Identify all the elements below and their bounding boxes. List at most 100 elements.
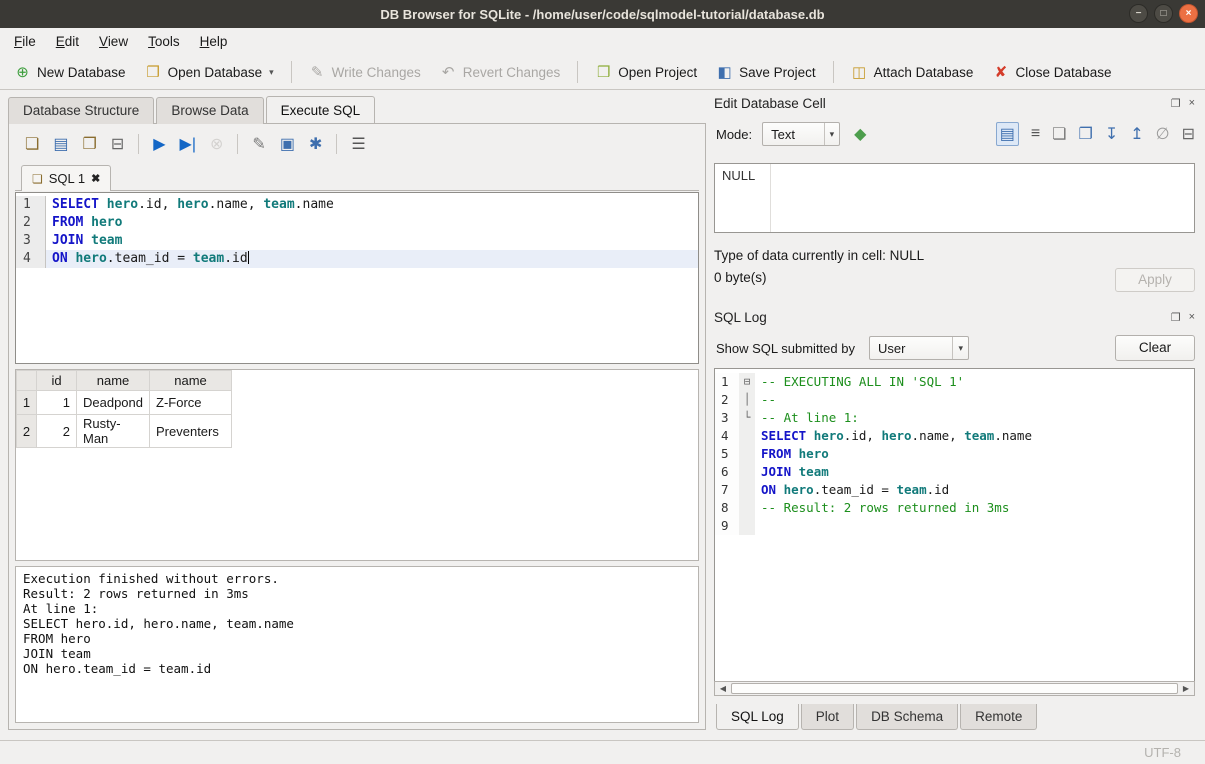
- import-cell-icon[interactable]: ↥: [1130, 124, 1143, 144]
- cell-value-editor[interactable]: NULL: [714, 163, 1195, 233]
- print-cell-icon[interactable]: ⊟: [1182, 124, 1195, 144]
- open-database-button[interactable]: ❒Open Database▾: [137, 58, 282, 86]
- sql-editor[interactable]: 1SELECT hero.id, hero.name, team.name2FR…: [15, 192, 699, 364]
- sql-log-filter-row: Show SQL submitted by User ▾ Clear: [716, 332, 1195, 364]
- format-sql-icon[interactable]: ▣: [280, 134, 295, 154]
- tab-browse-data[interactable]: Browse Data: [156, 97, 263, 124]
- word-wrap-icon[interactable]: ≡: [1031, 125, 1040, 143]
- tab-database-structure[interactable]: Database Structure: [8, 97, 154, 124]
- maximize-button[interactable]: □: [1154, 4, 1173, 23]
- code-text: SELECT hero.id, hero.name, team.name: [46, 196, 334, 214]
- main-toolbar: ⊕New Database❒Open Database▾✎Write Chang…: [0, 55, 1205, 90]
- row-number-cell[interactable]: 1: [17, 391, 37, 415]
- line-number: 2: [715, 391, 739, 409]
- code-line: 9: [715, 517, 1194, 535]
- execute-all-icon[interactable]: ▶: [153, 134, 165, 154]
- fold-column: [739, 517, 755, 535]
- scrollbar-thumb[interactable]: [731, 683, 1178, 694]
- results-cell[interactable]: Deadpond: [77, 391, 150, 415]
- toolbar-button-label: Open Database: [168, 65, 263, 80]
- dock-tab-sql-log[interactable]: SQL Log: [716, 704, 799, 730]
- attach-database-button[interactable]: ◫Attach Database: [843, 58, 982, 86]
- code-line: 8-- Result: 2 rows returned in 3ms: [715, 499, 1194, 517]
- code-text: -- Result: 2 rows returned in 3ms: [755, 499, 1009, 517]
- results-cell[interactable]: 1: [37, 391, 77, 415]
- close-panel-icon[interactable]: ×: [1189, 311, 1195, 323]
- menu-help[interactable]: Help: [190, 30, 238, 53]
- import-in-cell-icon[interactable]: ◆: [854, 124, 866, 144]
- copy-cell-icon[interactable]: ❐: [1079, 124, 1093, 144]
- line-number: 4: [16, 250, 46, 268]
- cell-value: NULL: [722, 168, 755, 183]
- results-column-header[interactable]: name: [150, 371, 232, 391]
- print-sql-icon[interactable]: ⊟: [111, 134, 124, 154]
- open-sql-tab-icon[interactable]: ❐: [82, 134, 96, 154]
- line-number: 5: [715, 445, 739, 463]
- stop-execution-icon[interactable]: ⊗: [210, 134, 223, 154]
- results-cell[interactable]: Z-Force: [150, 391, 232, 415]
- float-panel-icon[interactable]: ❐: [1171, 97, 1181, 110]
- results-cell[interactable]: 2: [37, 415, 77, 448]
- open-in-editor-icon[interactable]: ❏: [1052, 124, 1066, 144]
- minimize-button[interactable]: −: [1129, 4, 1148, 23]
- results-cell[interactable]: Preventers: [150, 415, 232, 448]
- toolbar-separator: [577, 61, 578, 83]
- write-changes-button[interactable]: ✎Write Changes: [301, 58, 429, 86]
- close-panel-icon[interactable]: ×: [1189, 97, 1195, 109]
- code-line: 4ON hero.team_id = team.id: [16, 250, 698, 268]
- dock-tab-plot[interactable]: Plot: [801, 704, 854, 730]
- horizontal-scrollbar[interactable]: ◀ ▶: [714, 681, 1195, 696]
- float-panel-icon[interactable]: ❐: [1171, 311, 1181, 324]
- close-database-button[interactable]: ✘Close Database: [984, 58, 1119, 86]
- clear-log-button[interactable]: Clear: [1115, 335, 1195, 361]
- line-number: 9: [715, 517, 739, 535]
- cell-editor-guide: [770, 164, 771, 232]
- results-column-header[interactable]: id: [37, 371, 77, 391]
- dock-tab-db-schema[interactable]: DB Schema: [856, 704, 958, 730]
- dock-tab-remote[interactable]: Remote: [960, 704, 1037, 730]
- results-column-header[interactable]: name: [77, 371, 150, 391]
- dropdown-arrow-icon[interactable]: ▾: [269, 67, 274, 78]
- line-number: 3: [715, 409, 739, 427]
- fold-column: [739, 427, 755, 445]
- close-tab-icon[interactable]: ✖: [91, 172, 100, 185]
- save-project-button[interactable]: ◧Save Project: [708, 58, 824, 86]
- submitter-select[interactable]: User ▾: [869, 336, 969, 360]
- scroll-left-icon[interactable]: ◀: [715, 684, 731, 693]
- fold-collapse-icon[interactable]: ⊟: [739, 373, 755, 391]
- sql-log-view[interactable]: 1⊟-- EXECUTING ALL IN 'SQL 1'2│--3└-- At…: [714, 368, 1195, 681]
- row-number-cell[interactable]: 2: [17, 415, 37, 448]
- mode-select[interactable]: Text ▾: [762, 122, 840, 146]
- execute-line-icon[interactable]: ▶|: [180, 134, 196, 154]
- menu-view[interactable]: View: [89, 30, 138, 53]
- code-text: --: [755, 391, 776, 409]
- set-null-icon[interactable]: ∅: [1156, 124, 1170, 144]
- export-cell-icon[interactable]: ↧: [1105, 124, 1118, 144]
- results-cell[interactable]: Rusty-Man: [77, 415, 150, 448]
- open-sql-file-icon[interactable]: ❏: [25, 134, 39, 154]
- revert-changes-button[interactable]: ↶Revert Changes: [432, 58, 569, 86]
- menu-tools[interactable]: Tools: [138, 30, 190, 53]
- query-history-icon[interactable]: ☰: [351, 134, 365, 154]
- menu-edit[interactable]: Edit: [46, 30, 89, 53]
- apply-button[interactable]: Apply: [1115, 268, 1195, 292]
- results-row: 11DeadpondZ-Force: [17, 391, 232, 415]
- open-project-button[interactable]: ❒Open Project: [587, 58, 705, 86]
- edit-sql-icon[interactable]: ✎: [252, 134, 265, 154]
- close-window-button[interactable]: ×: [1179, 4, 1198, 23]
- save-sql-file-icon[interactable]: ▤: [53, 134, 68, 154]
- scroll-right-icon[interactable]: ▶: [1178, 684, 1194, 693]
- menu-file[interactable]: File: [4, 30, 46, 53]
- find-replace-icon[interactable]: ✱: [309, 134, 322, 154]
- toolbar-button-label: Attach Database: [874, 65, 974, 80]
- window-controls: − □ ×: [1129, 4, 1198, 23]
- text-mode-icon[interactable]: ▤: [996, 122, 1019, 146]
- toolbar-separator: [336, 134, 337, 154]
- code-line: 1⊟-- EXECUTING ALL IN 'SQL 1': [715, 373, 1194, 391]
- new-database-button[interactable]: ⊕New Database: [6, 58, 134, 86]
- tab-execute-sql[interactable]: Execute SQL: [266, 96, 376, 123]
- code-line: 3└-- At line 1:: [715, 409, 1194, 427]
- sql-tab[interactable]: ❏ SQL 1 ✖: [21, 165, 111, 191]
- filter-label: Show SQL submitted by: [716, 341, 855, 356]
- toolbar-button-label: Close Database: [1015, 65, 1111, 80]
